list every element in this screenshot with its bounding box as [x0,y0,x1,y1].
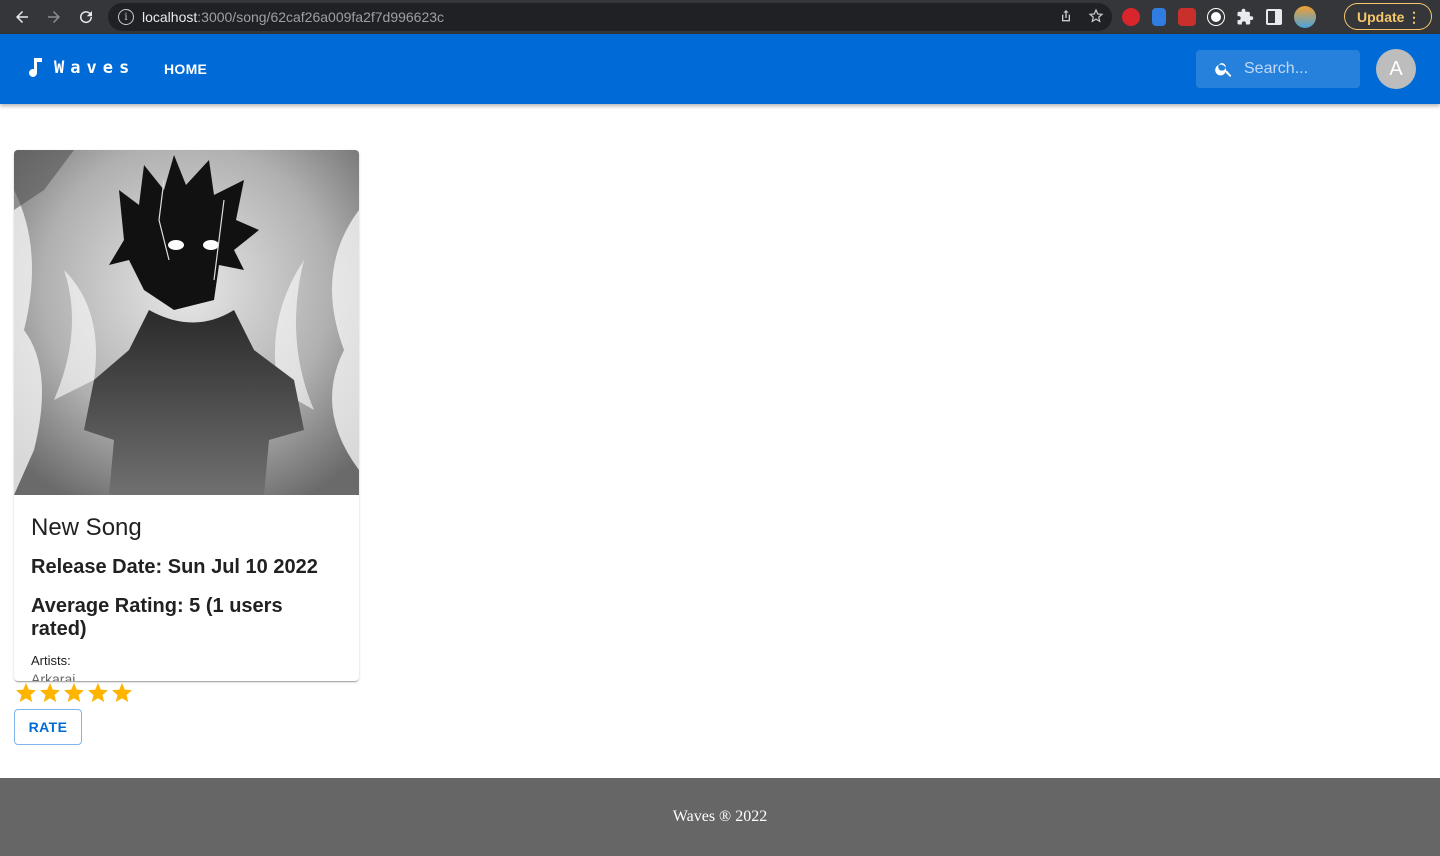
back-icon[interactable] [8,3,36,31]
artist-name: Arkaraj [31,671,76,681]
search-icon [1215,63,1232,77]
chrome-update-button[interactable]: Update ⋮ [1344,3,1432,30]
side-panel-icon[interactable] [1266,9,1282,25]
artists-label: Artists: [31,653,71,668]
nav-home-link[interactable]: HOME [164,61,207,77]
app-bar: Waves HOME A [0,34,1440,104]
extension-doc-icon[interactable] [1152,8,1166,26]
footer-text: Waves ® 2022 [672,808,768,825]
search-box[interactable] [1196,50,1360,88]
song-cover-image [14,150,359,495]
forward-icon[interactable] [40,3,68,31]
extension-circle-icon[interactable] [1208,9,1224,25]
extension-adblock-icon[interactable] [1122,8,1140,26]
user-avatar[interactable]: A [1376,49,1416,89]
share-icon[interactable] [1058,8,1074,24]
star-rating[interactable] [14,681,134,705]
url-host: localhost [142,9,198,25]
rate-button[interactable]: RATE [14,709,82,745]
bookmark-star-icon[interactable] [1088,8,1104,24]
update-label: Update [1357,8,1405,25]
star-icon[interactable] [86,681,110,705]
site-info-icon[interactable]: i [118,9,134,25]
search-input[interactable] [1244,60,1354,78]
url-path: :3000/song/62caf26a009fa2f7d996623c [197,9,445,25]
average-rating: Average Rating: 5 (1 users rated) [31,595,283,640]
star-icon[interactable] [14,681,38,705]
music-note-icon [29,58,42,77]
extension-red-icon[interactable] [1178,8,1196,26]
menu-dots-icon: ⋮ [1407,9,1421,25]
profile-icon[interactable] [1294,6,1316,28]
star-icon[interactable] [38,681,62,705]
footer: Waves ® 2022 [0,778,1440,856]
extensions-puzzle-icon[interactable] [1236,8,1254,26]
browser-toolbar: i localhost:3000/song/62caf26a009fa2f7d9… [0,0,1440,34]
brand-name: Waves [54,58,136,78]
brand-logo[interactable]: Waves [28,58,135,78]
song-card: New Song Release Date: Sun Jul 10 2022 A… [14,150,359,681]
song-title: New Song [31,514,142,541]
star-icon[interactable] [110,681,134,705]
star-icon[interactable] [62,681,86,705]
reload-icon[interactable] [72,3,100,31]
address-bar[interactable]: i localhost:3000/song/62caf26a009fa2f7d9… [108,3,1112,31]
release-date: Release Date: Sun Jul 10 2022 [31,556,318,578]
